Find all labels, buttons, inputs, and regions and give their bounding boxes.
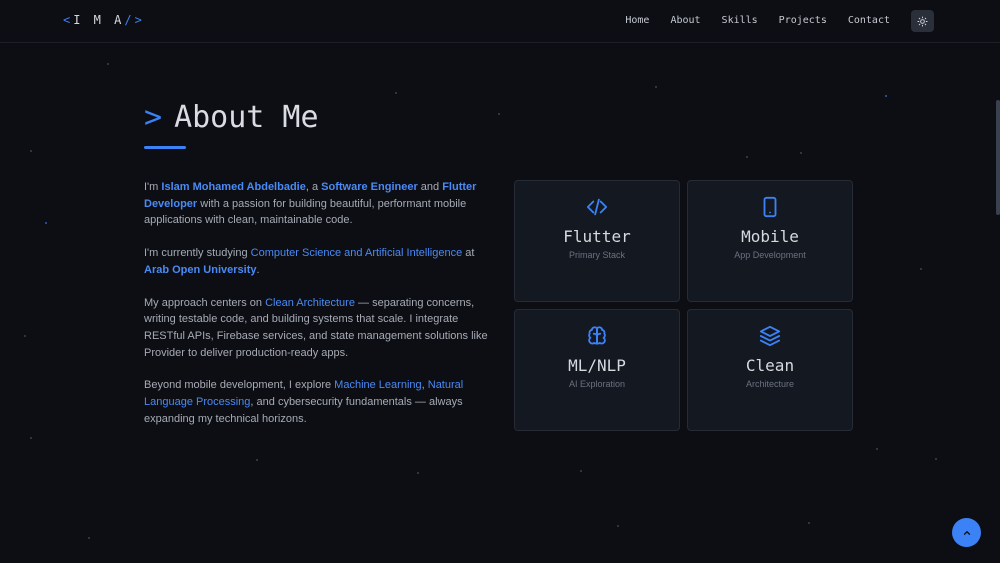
- nav-menu: Home About Skills Projects Contact: [604, 15, 890, 26]
- brain-icon: [588, 326, 606, 345]
- chevron-up-icon: [963, 530, 970, 535]
- logo-letters: I M A: [73, 13, 125, 27]
- highlight-field: Computer Science and Artificial Intellig…: [250, 247, 463, 260]
- card-title: ML/NLP: [568, 356, 626, 375]
- about-text: I'm Islam Mohamed Abdelbadie, a Software…: [144, 179, 489, 443]
- highlight-university: Arab Open University: [144, 263, 257, 276]
- theme-toggle-button[interactable]: [911, 10, 934, 32]
- highlight-name: Islam Mohamed Abdelbadie: [161, 181, 306, 193]
- highlight-machine-learning: Machine Learning: [334, 379, 422, 392]
- card-subtitle: Primary Stack: [568, 250, 625, 260]
- nav-contact[interactable]: Contact: [848, 15, 890, 26]
- about-paragraph-1: I'm Islam Mohamed Abdelbadie, a Software…: [144, 181, 477, 227]
- card-title: Mobile: [741, 227, 799, 246]
- top-navbar: <I M A/> Home About Skills Projects Cont…: [0, 0, 1000, 43]
- code-icon: [586, 198, 608, 216]
- layers-icon: [759, 325, 781, 347]
- scroll-to-top-button[interactable]: [952, 518, 981, 547]
- card-mobile: Mobile App Development: [687, 180, 853, 302]
- nav-home[interactable]: Home: [625, 15, 649, 26]
- smartphone-icon: [763, 196, 777, 218]
- card-title: Flutter: [563, 227, 631, 246]
- card-ml-nlp: ML/NLP AI Exploration: [514, 309, 680, 431]
- about-paragraph-4: Beyond mobile development, I explore Mac…: [144, 379, 464, 425]
- sun-icon: [917, 15, 928, 27]
- card-subtitle: Architecture: [745, 379, 795, 389]
- card-subtitle: App Development: [734, 250, 806, 260]
- page-scrollbar[interactable]: [996, 100, 1000, 215]
- about-paragraph-2: I'm currently studying Computer Science …: [144, 247, 475, 276]
- nav-about[interactable]: About: [670, 15, 700, 26]
- card-title: Clean: [745, 356, 795, 375]
- nav-skills[interactable]: Skills: [722, 15, 758, 26]
- nav-projects[interactable]: Projects: [779, 15, 827, 26]
- about-paragraph-3: My approach centers on Clean Architectur…: [144, 296, 488, 359]
- title-caret: >: [144, 100, 163, 135]
- section-title: > About Me: [144, 100, 319, 135]
- card-flutter: Flutter Primary Stack: [514, 180, 680, 302]
- title-text: About Me: [174, 100, 319, 135]
- site-logo[interactable]: <I M A/>: [63, 13, 145, 27]
- highlight-role-software-engineer: Software Engineer: [321, 181, 418, 193]
- title-underline: [144, 146, 186, 149]
- card-subtitle: AI Exploration: [568, 379, 626, 389]
- card-clean: Clean Architecture: [687, 309, 853, 431]
- highlight-clean-architecture: Clean Architecture: [265, 296, 355, 309]
